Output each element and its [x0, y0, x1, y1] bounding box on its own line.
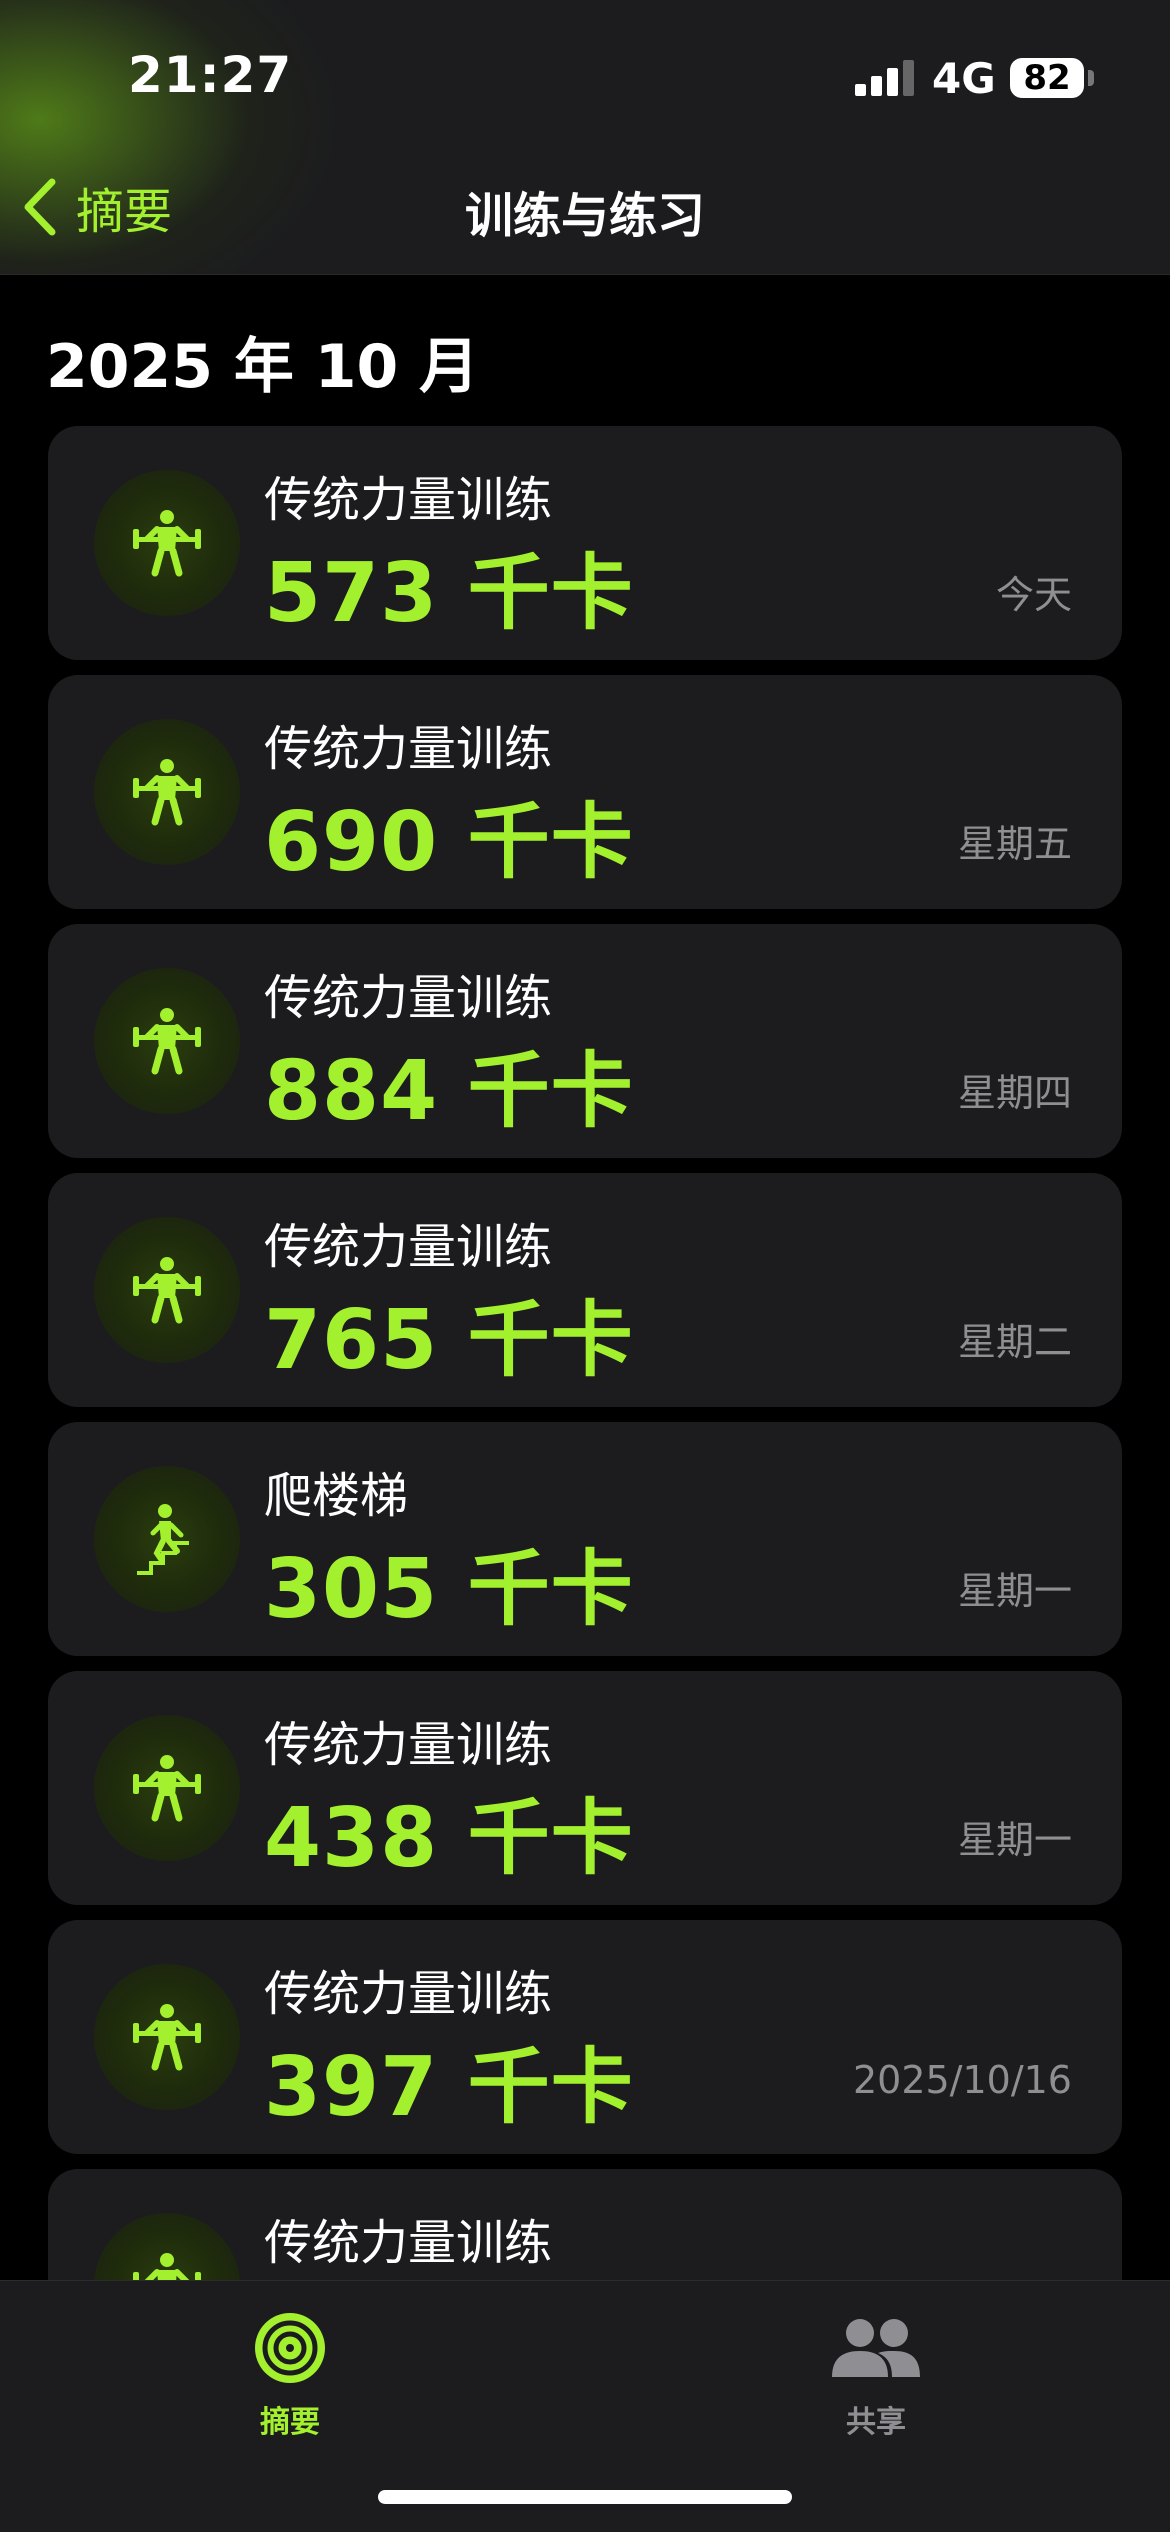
workout-calories: 438 千卡	[264, 1791, 634, 1886]
workout-card[interactable]: 传统力量训练 438 千卡 星期一	[48, 1671, 1122, 1905]
workout-date: 今天	[995, 573, 1072, 617]
workout-calories: 690 千卡	[264, 795, 634, 890]
workout-title: 传统力量训练	[264, 472, 553, 528]
month-header: 2025 年 10 月	[46, 332, 480, 402]
workout-list: 传统力量训练 573 千卡 今天 传统力量训练 690 千卡 星期五 传统力量训…	[48, 426, 1122, 2418]
workout-title: 传统力量训练	[264, 2215, 553, 2271]
weightlifting-icon	[94, 1715, 240, 1861]
workout-calories: 573 千卡	[264, 546, 634, 641]
weightlifting-icon	[94, 719, 240, 865]
workout-calories: 884 千卡	[264, 1044, 634, 1139]
workout-date: 星期四	[957, 1071, 1072, 1115]
weightlifting-icon	[94, 1217, 240, 1363]
tab-summary[interactable]: 摘要	[190, 2311, 390, 2441]
tab-sharing-label: 共享	[846, 2405, 906, 2440]
home-indicator	[378, 2490, 792, 2504]
tab-summary-label: 摘要	[260, 2405, 320, 2440]
battery-icon: 82	[1010, 58, 1084, 98]
network-type: 4G	[932, 54, 996, 103]
workout-title: 传统力量训练	[264, 1219, 553, 1275]
workout-card[interactable]: 爬楼梯 305 千卡 星期一	[48, 1422, 1122, 1656]
page-title: 训练与练习	[464, 188, 705, 244]
workout-title: 传统力量训练	[264, 721, 553, 777]
weightlifting-icon	[94, 968, 240, 1114]
workout-card[interactable]: 传统力量训练 690 千卡 星期五	[48, 675, 1122, 909]
tab-sharing[interactable]: 共享	[776, 2311, 976, 2441]
workout-card[interactable]: 传统力量训练 884 千卡 星期四	[48, 924, 1122, 1158]
workout-calories: 305 千卡	[264, 1542, 634, 1637]
stair-climbing-icon	[94, 1466, 240, 1612]
cellular-signal-icon	[855, 60, 915, 96]
weightlifting-icon	[94, 1964, 240, 2110]
workout-date: 星期二	[957, 1320, 1072, 1364]
workout-date: 2025/10/16	[852, 2058, 1072, 2102]
workout-title: 爬楼梯	[264, 1468, 409, 1524]
weightlifting-icon	[94, 470, 240, 616]
workout-card[interactable]: 传统力量训练 765 千卡 星期二	[48, 1173, 1122, 1407]
workout-card[interactable]: 传统力量训练 573 千卡 今天	[48, 426, 1122, 660]
workout-card[interactable]: 传统力量训练 397 千卡 2025/10/16	[48, 1920, 1122, 2154]
battery-nub	[1088, 70, 1094, 86]
workout-calories: 765 千卡	[264, 1293, 634, 1388]
workout-title: 传统力量训练	[264, 1966, 553, 2022]
workout-title: 传统力量训练	[264, 970, 553, 1026]
top-header: 21:27 4G 82 摘要 训练与练习	[0, 0, 1170, 275]
people-icon	[832, 2319, 920, 2377]
workouts-screen: 21:27 4G 82 摘要 训练与练习 2025 年 10 月 传统力量训练 …	[0, 0, 1170, 2532]
workout-calories: 397 千卡	[264, 2040, 634, 2135]
activity-rings-icon	[255, 2313, 325, 2383]
workout-date: 星期五	[957, 822, 1072, 866]
status-bar: 21:27 4G 82	[0, 0, 1170, 150]
workout-date: 星期一	[957, 1818, 1072, 1862]
workout-title: 传统力量训练	[264, 1717, 553, 1773]
workout-date: 星期一	[957, 1569, 1072, 1613]
status-time: 21:27	[128, 46, 293, 104]
